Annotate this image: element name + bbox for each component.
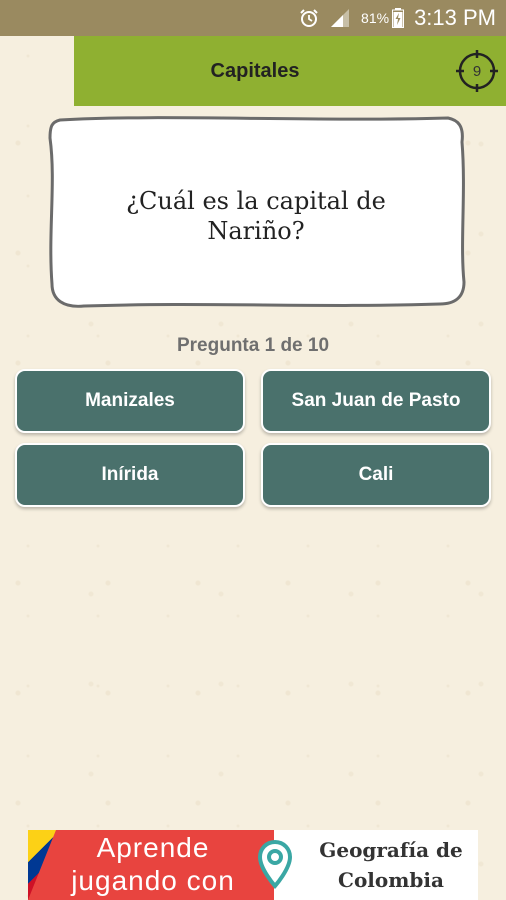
ad-banner-right: Geografía de Colombia	[258, 830, 478, 900]
status-bar: 81% 3:13 PM	[0, 0, 506, 36]
ad-banner[interactable]: Aprende jugando con Geografía de Colombi…	[28, 830, 478, 900]
header-bar: Capitales 9	[74, 36, 506, 106]
signal-icon	[329, 9, 351, 27]
ad-text-line-4: Colombia	[338, 868, 444, 892]
alarm-icon	[299, 8, 319, 28]
answer-button-1[interactable]: Manizales	[15, 369, 245, 433]
answer-button-4[interactable]: Cali	[261, 443, 491, 507]
answer-button-2[interactable]: San Juan de Pasto	[261, 369, 491, 433]
ad-text-line-3: Geografía de	[319, 838, 463, 862]
answer-button-3[interactable]: Inírida	[15, 443, 245, 507]
page-title: Capitales	[210, 59, 300, 82]
ad-text-line-2: jugando con	[71, 865, 235, 896]
battery-icon	[392, 8, 405, 28]
timer: 9	[456, 50, 498, 92]
battery-percent: 81%	[361, 10, 390, 26]
ad-text-line-1: Aprende	[96, 832, 210, 863]
question-card: ¿Cuál es la capital de Nariño?	[44, 112, 468, 312]
map-pin-icon	[258, 840, 292, 890]
status-time: 3:13 PM	[414, 5, 496, 30]
battery-indicator: 81%	[361, 8, 405, 28]
question-text: ¿Cuál es la capital de Nariño?	[126, 187, 386, 245]
question-progress: Pregunta 1 de 10	[176, 335, 330, 356]
timer-value: 9	[472, 62, 482, 80]
ad-banner-left: Aprende jugando con	[28, 830, 274, 900]
